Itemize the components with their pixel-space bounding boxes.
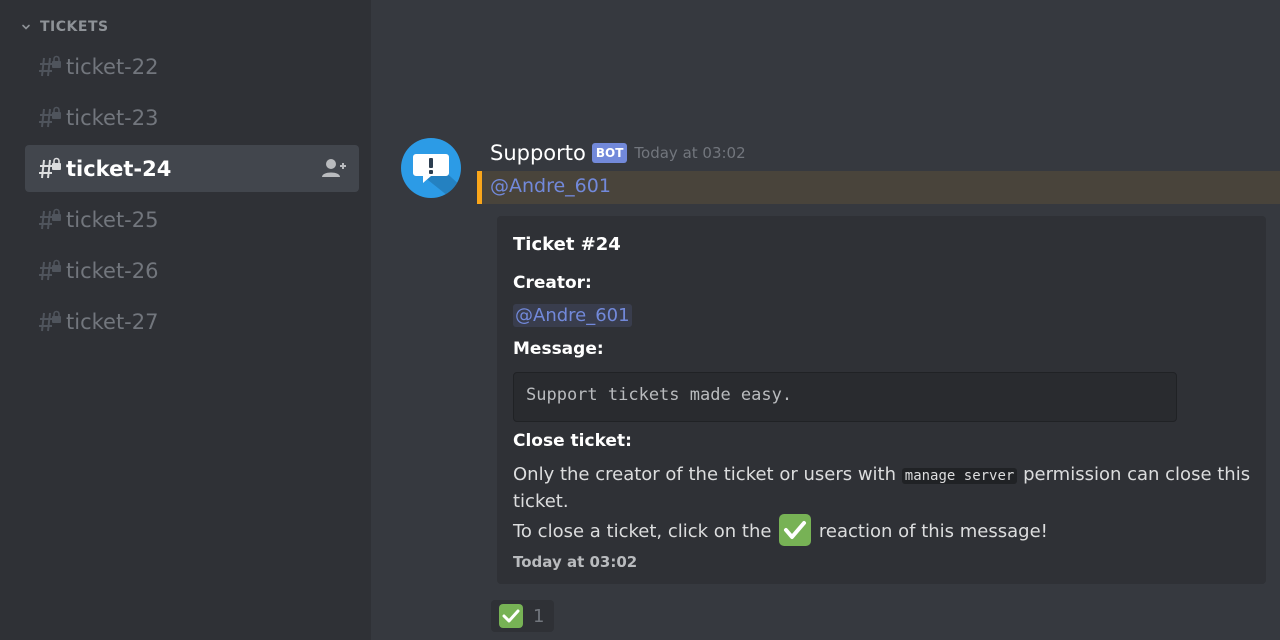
ticket-embed: Ticket #24 Creator: @Andre_601 Message: … (497, 216, 1266, 584)
channel-name: ticket-22 (66, 54, 159, 79)
chat-area: Supporto BOT Today at 03:02 @Andre_601 T… (371, 0, 1280, 640)
field-creator-label: Creator: (513, 273, 592, 293)
close-text: Only the creator of the ticket or users … (513, 464, 897, 485)
close-instructions: Only the creator of the ticket or users … (513, 462, 1253, 515)
field-close-label: Close ticket: (513, 431, 632, 451)
locked-text-channel-icon (39, 106, 61, 127)
message-codeblock: Support tickets made easy. (513, 372, 1177, 422)
message-header: Supporto BOT Today at 03:02 (490, 141, 746, 165)
close-text: To close a ticket, click on the (513, 521, 772, 542)
channel-sidebar: TICKETS ticket-22 ticket-23 ticket-24 ti… (0, 0, 371, 640)
inline-code: manage server (901, 468, 1018, 484)
channel-ticket-23[interactable]: ticket-23 (25, 94, 359, 141)
channel-name: ticket-26 (66, 258, 159, 283)
add-member-icon[interactable] (321, 157, 347, 179)
category-tickets[interactable]: TICKETS (20, 18, 109, 36)
channel-ticket-22[interactable]: ticket-22 (25, 43, 359, 90)
discord-app: TICKETS ticket-22 ticket-23 ticket-24 ti… (0, 0, 1280, 640)
field-message-label: Message: (513, 339, 604, 359)
avatar[interactable] (401, 138, 461, 198)
reaction-check[interactable]: 1 (491, 600, 554, 632)
embed-title: Ticket #24 (513, 234, 621, 255)
channel-ticket-27[interactable]: ticket-27 (25, 298, 359, 345)
embed-footer: Today at 03:02 (513, 553, 638, 571)
channel-ticket-25[interactable]: ticket-25 (25, 196, 359, 243)
locked-text-channel-icon (39, 157, 61, 178)
close-how-to: To close a ticket, click on the reaction… (513, 514, 1253, 546)
white-check-mark-icon (779, 514, 812, 546)
speech-bubble-alert-icon (413, 154, 461, 198)
channel-ticket-26[interactable]: ticket-26 (25, 247, 359, 294)
chevron-down-icon (22, 24, 30, 30)
channel-name: ticket-24 (66, 156, 172, 181)
channel-name: ticket-23 (66, 105, 159, 130)
locked-text-channel-icon (39, 55, 61, 76)
locked-text-channel-icon (39, 208, 61, 229)
locked-text-channel-icon (39, 259, 61, 280)
creator-mention[interactable]: @Andre_601 (513, 304, 632, 327)
channel-ticket-24[interactable]: ticket-24 (25, 145, 359, 192)
user-mention[interactable]: @Andre_601 (490, 175, 611, 197)
channel-name: ticket-27 (66, 309, 159, 334)
mention-highlight: @Andre_601 (477, 171, 1280, 204)
white-check-mark-icon (499, 604, 523, 628)
locked-text-channel-icon (39, 310, 61, 331)
reaction-count: 1 (533, 605, 545, 627)
channel-name: ticket-25 (66, 207, 159, 232)
bot-badge: BOT (591, 143, 628, 163)
message-timestamp: Today at 03:02 (634, 144, 746, 162)
close-text: reaction of this message! (818, 521, 1048, 542)
author-name[interactable]: Supporto (490, 141, 586, 165)
category-label: TICKETS (40, 19, 109, 35)
